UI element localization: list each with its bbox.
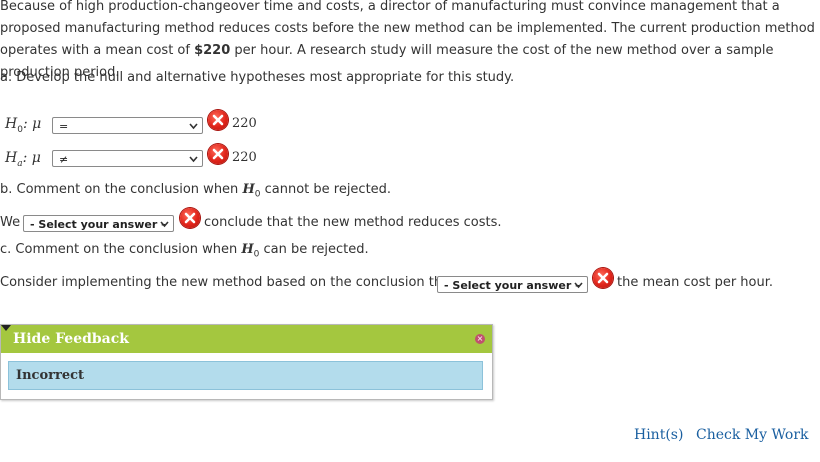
part-b-select[interactable]: - Select your answer - xyxy=(23,215,174,232)
current-mean-cost: $220 xyxy=(194,43,231,58)
x-circle-icon xyxy=(180,208,200,228)
x-circle-icon xyxy=(208,144,228,164)
part-b-select-value: - Select your answer - xyxy=(30,218,166,231)
chevron-down-icon xyxy=(189,118,198,141)
part-b-after: conclude that the new method reduces cos… xyxy=(204,215,502,230)
triangle-down-icon[interactable] xyxy=(1,325,11,331)
ha-operator-select[interactable]: ≠ xyxy=(52,150,203,167)
h0-operator-select[interactable]: = xyxy=(52,117,203,134)
x-circle-icon xyxy=(208,110,228,130)
feedback-panel: Hide Feedback × Incorrect xyxy=(0,324,493,400)
part-a-prompt: a. Develop the null and alternative hypo… xyxy=(0,70,515,85)
close-icon[interactable]: × xyxy=(475,334,485,344)
part-c-before: Consider implementing the new method bas… xyxy=(0,275,469,290)
ha-value: 220 xyxy=(232,150,257,165)
feedback-result: Incorrect xyxy=(16,368,85,383)
hide-feedback-toggle[interactable]: Hide Feedback xyxy=(13,330,129,348)
chevron-down-icon xyxy=(160,216,169,239)
ha-operator-value: ≠ xyxy=(59,153,69,166)
feedback-result-box: Incorrect xyxy=(8,361,483,390)
h0-operator-value: = xyxy=(59,120,69,133)
feedback-header[interactable]: Hide Feedback × xyxy=(1,325,492,353)
part-c-select-value: - Select your answer - xyxy=(444,279,580,292)
part-c-after: the mean cost per hour. xyxy=(617,275,774,290)
chevron-down-icon xyxy=(189,151,198,174)
hints-link[interactable]: Hint(s) xyxy=(634,426,683,444)
h0-label: H0: μ xyxy=(5,116,42,135)
part-b-prompt: b. Comment on the conclusion when H0 can… xyxy=(0,182,392,200)
x-circle-icon xyxy=(593,268,613,288)
part-b-we: We xyxy=(0,215,21,230)
h0-value: 220 xyxy=(232,116,257,131)
check-my-work-link[interactable]: Check My Work xyxy=(696,426,809,444)
part-c-prompt: c. Comment on the conclusion when H0 can… xyxy=(0,242,369,260)
part-c-select[interactable]: - Select your answer - xyxy=(437,276,588,293)
ha-label: Ha: μ xyxy=(5,150,41,169)
chevron-down-icon xyxy=(574,277,583,300)
